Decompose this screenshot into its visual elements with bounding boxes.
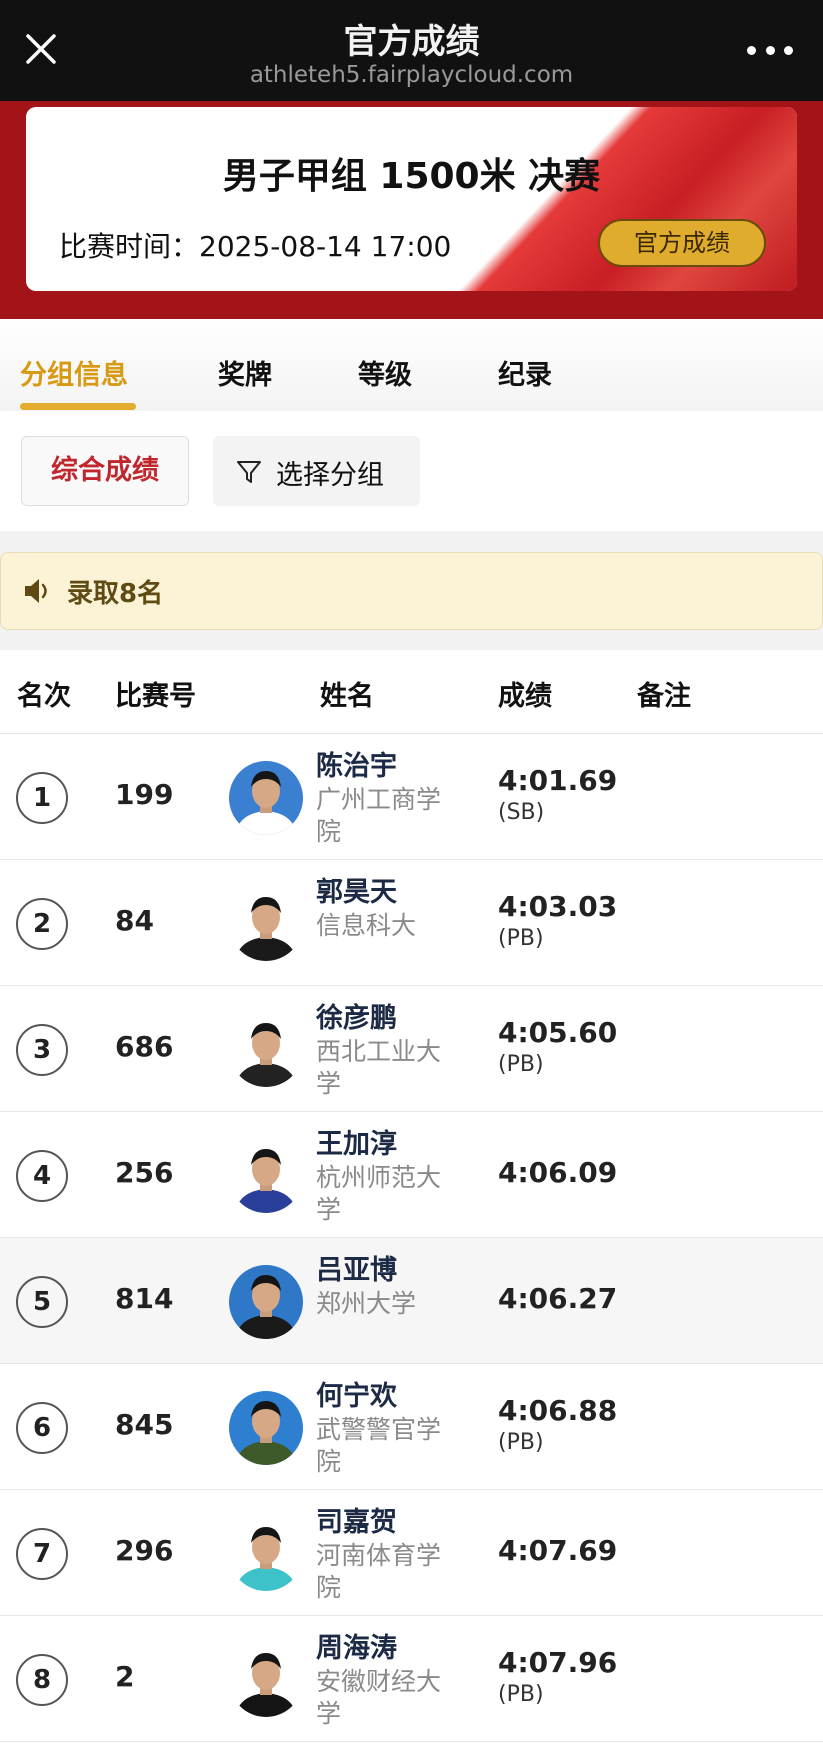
athlete-school: 杭州师范大学 bbox=[316, 1163, 442, 1224]
result-time: 4:06.09 bbox=[498, 1156, 618, 1189]
athlete-avatar[interactable] bbox=[229, 887, 303, 961]
filter-bar: 综合成绩 选择分组 bbox=[0, 411, 823, 531]
result-time: 4:01.69 bbox=[498, 764, 618, 797]
rank-circle: 7 bbox=[16, 1528, 68, 1580]
rank-circle: 2 bbox=[16, 898, 68, 950]
result-time: 4:07.96 bbox=[498, 1646, 618, 1679]
athlete-name[interactable]: 司嘉贺 bbox=[316, 1500, 397, 1539]
athlete-name[interactable]: 王加淳 bbox=[316, 1122, 397, 1161]
athlete-school: 安徽财经大学 bbox=[316, 1667, 442, 1728]
result-note: (PB) bbox=[498, 1682, 544, 1707]
rank-circle: 1 bbox=[16, 772, 68, 824]
header-rank: 名次 bbox=[17, 681, 71, 712]
results-table: 名次 比赛号 姓名 成绩 备注 1 199 陈治宇 广州工商学院 4:01.69 (SB)… bbox=[0, 650, 823, 1745]
tab-medals[interactable]: 奖牌 bbox=[218, 353, 272, 392]
event-title: 男子甲组 1500米 决赛 bbox=[222, 156, 601, 197]
table-header: 名次 比赛号 姓名 成绩 备注 bbox=[0, 650, 823, 734]
top-bar: 官方成绩 athleteh5.fairplaycloud.com bbox=[0, 0, 823, 101]
bib-number: 296 bbox=[115, 1534, 174, 1567]
result-note: (PB) bbox=[498, 1430, 544, 1455]
bib-number: 814 bbox=[115, 1282, 174, 1315]
athlete-name[interactable]: 吕亚博 bbox=[316, 1248, 397, 1287]
athlete-avatar[interactable] bbox=[229, 1013, 303, 1087]
result-time: 4:06.88 bbox=[498, 1394, 618, 1427]
athlete-school: 西北工业大学 bbox=[316, 1037, 442, 1098]
rank-circle: 4 bbox=[16, 1150, 68, 1202]
notice-text: 录取8名 bbox=[67, 579, 164, 609]
athlete-avatar[interactable] bbox=[229, 1643, 303, 1717]
header-name: 姓名 bbox=[320, 681, 374, 712]
select-group-label: 选择分组 bbox=[276, 460, 384, 491]
bib-number: 686 bbox=[115, 1030, 174, 1063]
table-row[interactable]: 4 256 王加淳 杭州师范大学 4:06.09 bbox=[0, 1112, 823, 1238]
athlete-avatar[interactable] bbox=[229, 1265, 303, 1339]
athlete-avatar[interactable] bbox=[229, 1139, 303, 1213]
athlete-avatar[interactable] bbox=[229, 761, 303, 835]
header-bib: 比赛号 bbox=[115, 681, 196, 712]
athlete-name[interactable]: 郭昊天 bbox=[316, 870, 397, 909]
result-time: 4:03.03 bbox=[498, 890, 618, 923]
event-time-value: 2025-08-14 17:00 bbox=[199, 230, 452, 263]
athlete-name[interactable]: 何宁欢 bbox=[316, 1374, 397, 1413]
result-note: (PB) bbox=[498, 926, 544, 951]
result-time: 4:06.27 bbox=[498, 1282, 618, 1315]
rank-circle: 6 bbox=[16, 1402, 68, 1454]
bib-number: 199 bbox=[115, 778, 174, 811]
tab-records[interactable]: 纪录 bbox=[498, 353, 552, 392]
rank-circle: 3 bbox=[16, 1024, 68, 1076]
event-time-label: 比赛时间： bbox=[59, 230, 200, 263]
event-hero: 男子甲组 1500米 决赛 比赛时间：2025-08-14 17:00 官方成绩 bbox=[0, 101, 823, 319]
overall-results-button[interactable]: 综合成绩 bbox=[21, 436, 189, 506]
official-results-badge[interactable]: 官方成绩 bbox=[598, 219, 766, 267]
bib-number: 2 bbox=[115, 1660, 135, 1693]
result-time: 4:05.60 bbox=[498, 1016, 618, 1049]
athlete-name[interactable]: 周海涛 bbox=[316, 1626, 397, 1665]
qualification-notice: 录取8名 bbox=[0, 552, 823, 630]
speaker-icon bbox=[25, 579, 47, 603]
event-time: 比赛时间：2025-08-14 17:00 bbox=[59, 225, 451, 265]
athlete-school: 河南体育学院 bbox=[316, 1541, 442, 1602]
page-url: athleteh5.fairplaycloud.com bbox=[249, 62, 574, 88]
result-note: (SB) bbox=[498, 800, 545, 825]
active-tab-indicator bbox=[20, 403, 136, 410]
athlete-school: 武警警官学院 bbox=[316, 1415, 442, 1476]
rank-circle: 5 bbox=[16, 1276, 68, 1328]
table-row[interactable]: 7 296 司嘉贺 河南体育学院 4:07.69 bbox=[0, 1490, 823, 1616]
header-mark: 成绩 bbox=[498, 681, 552, 712]
table-row[interactable]: 6 845 何宁欢 武警警官学院 4:06.88 (PB) bbox=[0, 1364, 823, 1490]
bib-number: 256 bbox=[115, 1156, 174, 1189]
event-card: 男子甲组 1500米 决赛 比赛时间：2025-08-14 17:00 官方成绩 bbox=[26, 107, 797, 291]
select-group-button[interactable]: 选择分组 bbox=[213, 436, 420, 506]
table-row[interactable]: 1 199 陈治宇 广州工商学院 4:01.69 (SB) bbox=[0, 734, 823, 860]
table-row[interactable]: 8 2 周海涛 安徽财经大学 4:07.96 (PB) bbox=[0, 1616, 823, 1742]
bib-number: 84 bbox=[115, 904, 154, 937]
tab-grades[interactable]: 等级 bbox=[358, 353, 412, 392]
athlete-avatar[interactable] bbox=[229, 1391, 303, 1465]
tab-group-info[interactable]: 分组信息 bbox=[20, 353, 128, 392]
result-note: (PB) bbox=[498, 1052, 544, 1077]
bib-number: 845 bbox=[115, 1408, 174, 1441]
athlete-school: 广州工商学院 bbox=[316, 785, 442, 846]
athlete-name[interactable]: 陈治宇 bbox=[316, 744, 397, 783]
filter-icon bbox=[237, 461, 261, 483]
page-title: 官方成绩 bbox=[343, 22, 480, 62]
rank-circle: 8 bbox=[16, 1654, 68, 1706]
result-time: 4:07.69 bbox=[498, 1534, 618, 1567]
athlete-school: 信息科大 bbox=[316, 911, 417, 940]
table-row[interactable]: 5 814 吕亚博 郑州大学 4:06.27 bbox=[0, 1238, 823, 1364]
table-row[interactable]: 3 686 徐彦鹏 西北工业大学 4:05.60 (PB) bbox=[0, 986, 823, 1112]
more-menu-icon[interactable] bbox=[747, 40, 793, 60]
athlete-name[interactable]: 徐彦鹏 bbox=[316, 996, 397, 1035]
header-note: 备注 bbox=[637, 681, 691, 712]
table-row[interactable]: 2 84 郭昊天 信息科大 4:03.03 (PB) bbox=[0, 860, 823, 986]
athlete-school: 郑州大学 bbox=[316, 1289, 417, 1318]
tab-bar: 分组信息 奖牌 等级 纪录 bbox=[0, 319, 823, 411]
athlete-avatar[interactable] bbox=[229, 1517, 303, 1591]
